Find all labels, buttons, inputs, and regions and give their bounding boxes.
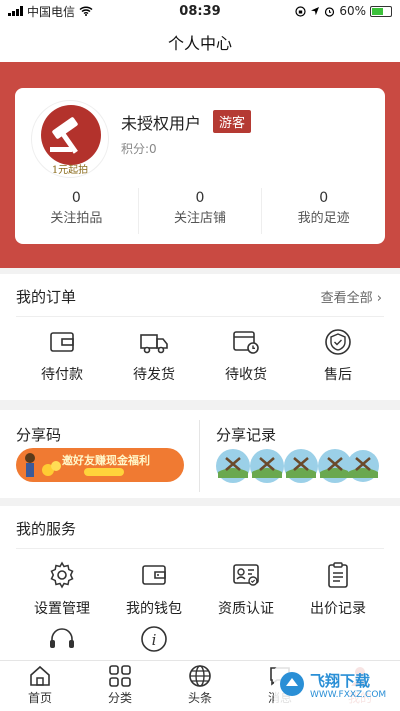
stat-value: 0 xyxy=(319,190,329,206)
tab-headlines[interactable]: 头条 xyxy=(160,661,240,711)
order-pending-shipment[interactable]: 待发货 xyxy=(108,328,200,384)
person-with-coins-icon xyxy=(25,453,61,477)
stat-followed-items[interactable]: 0 关注拍品 xyxy=(15,188,139,234)
stat-label: 我的足迹 xyxy=(297,211,350,226)
orders-title: 我的订单 xyxy=(16,288,77,306)
service-about[interactable]: i xyxy=(108,624,200,654)
order-status-label: 售后 xyxy=(324,367,352,383)
rotation-lock-icon xyxy=(295,5,306,17)
services-row-2: i xyxy=(0,624,400,654)
stat-footprints[interactable]: 0 我的足迹 xyxy=(262,188,385,234)
avatar[interactable]: 1元起拍 xyxy=(31,100,109,178)
orders-panel: 我的订单 查看全部 › 待付款 待发货 待收货 售后 xyxy=(0,274,400,400)
view-all-orders-link[interactable]: 查看全部 › xyxy=(321,287,382,306)
order-status-label: 待付款 xyxy=(41,367,83,383)
stat-value: 0 xyxy=(71,190,81,206)
order-after-sales[interactable]: 售后 xyxy=(292,328,384,384)
order-status-label: 待收货 xyxy=(225,367,267,383)
battery-icon xyxy=(370,5,392,17)
tab-label: 分类 xyxy=(107,691,132,705)
services-panel: 我的服务 设置管理 我的钱包 资质认证 出价记录 i xyxy=(0,506,400,660)
battery-percent: 60% xyxy=(339,4,366,18)
stat-label: 关注店铺 xyxy=(174,211,227,226)
divider xyxy=(16,316,384,317)
headset-icon xyxy=(50,628,74,648)
stat-label: 关注拍品 xyxy=(50,211,103,226)
banner-button xyxy=(84,468,124,476)
service-customer-support[interactable] xyxy=(16,624,108,654)
order-status-row: 待付款 待发货 待收货 售后 xyxy=(0,328,400,384)
share-record-illustration xyxy=(216,449,379,483)
watermark-url: WWW.FXXZ.COM xyxy=(310,690,387,700)
tab-label: 头条 xyxy=(187,691,212,705)
grid-icon xyxy=(109,665,131,687)
watermark: 飞翔下载 WWW.FXXZ.COM xyxy=(274,662,394,708)
status-bar: 中国电信 08:39 60% xyxy=(0,0,400,22)
receive-icon xyxy=(233,331,259,354)
view-all-label: 查看全部 xyxy=(320,291,373,306)
globe-icon xyxy=(189,665,211,687)
svg-text:i: i xyxy=(152,631,157,649)
order-status-label: 待发货 xyxy=(133,367,175,383)
order-pending-receipt[interactable]: 待收货 xyxy=(200,328,292,384)
guest-badge: 游客 xyxy=(213,110,252,133)
invite-banner[interactable]: 邀好友赚现金福利 xyxy=(16,448,184,482)
points: 积分:0 xyxy=(121,142,157,156)
profile-card: 1元起拍 未授权用户 游客 积分:0 0 关注拍品 0 关注店铺 0 我的足迹 xyxy=(15,88,385,244)
share-record-title: 分享记录 xyxy=(216,426,277,444)
chevron-right-icon: › xyxy=(376,291,382,306)
share-divider xyxy=(199,420,200,492)
banner-text: 邀好友赚现金福利 xyxy=(62,454,150,467)
share-panel: 分享码 邀好友赚现金福利 分享记录 xyxy=(0,410,400,498)
truck-icon xyxy=(140,334,168,354)
divider xyxy=(16,548,384,549)
watermark-logo-icon xyxy=(280,672,304,696)
certificate-icon xyxy=(233,564,259,586)
signal-icon xyxy=(8,6,23,16)
page-title: 个人中心 xyxy=(167,34,232,53)
service-settings[interactable]: 设置管理 xyxy=(16,560,108,618)
clipboard-icon xyxy=(328,562,348,588)
shield-icon xyxy=(325,329,351,355)
service-certification[interactable]: 资质认证 xyxy=(200,560,292,618)
carrier: 中国电信 xyxy=(27,4,76,19)
share-record-section[interactable]: 分享记录 xyxy=(216,410,386,498)
home-icon xyxy=(30,665,50,686)
info-icon: i xyxy=(141,626,167,652)
tab-home[interactable]: 首页 xyxy=(0,661,80,711)
service-wallet[interactable]: 我的钱包 xyxy=(108,560,200,618)
avatar-caption: 1元起拍 xyxy=(51,165,89,176)
service-label: 出价记录 xyxy=(310,601,366,617)
tab-category[interactable]: 分类 xyxy=(80,661,160,711)
wallet-icon xyxy=(50,332,74,352)
alarm-icon xyxy=(325,6,335,17)
order-pending-payment[interactable]: 待付款 xyxy=(16,328,108,384)
purse-icon xyxy=(142,565,166,585)
nav-bar: 个人中心 xyxy=(0,22,400,62)
service-label: 我的钱包 xyxy=(126,601,182,617)
gear-icon xyxy=(50,561,74,589)
watermark-text: 飞翔下载 xyxy=(310,672,371,690)
wifi-icon xyxy=(79,6,93,16)
tab-label: 首页 xyxy=(27,691,52,705)
services-title: 我的服务 xyxy=(16,520,77,538)
stat-value: 0 xyxy=(195,190,205,206)
service-bid-history[interactable]: 出价记录 xyxy=(292,560,384,618)
stat-followed-shops[interactable]: 0 关注店铺 xyxy=(139,188,263,234)
username: 未授权用户 xyxy=(121,114,202,133)
share-code-section[interactable]: 分享码 邀好友赚现金福利 xyxy=(16,410,186,498)
services-row: 设置管理 我的钱包 资质认证 出价记录 xyxy=(0,560,400,618)
service-label: 设置管理 xyxy=(34,601,90,617)
location-icon xyxy=(311,7,320,16)
share-code-title: 分享码 xyxy=(16,426,62,444)
service-label: 资质认证 xyxy=(218,601,274,617)
profile-stats: 0 关注拍品 0 关注店铺 0 我的足迹 xyxy=(15,188,385,234)
